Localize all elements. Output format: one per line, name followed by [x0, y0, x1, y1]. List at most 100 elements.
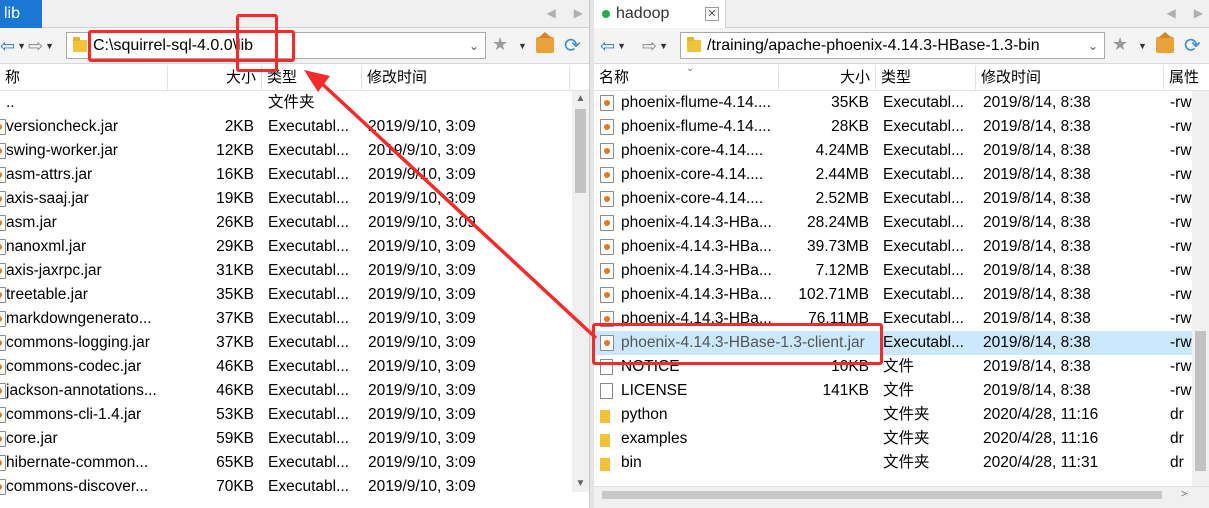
path-dropdown-icon[interactable]: ⌄: [1082, 39, 1104, 53]
column-attributes[interactable]: 属性: [1164, 65, 1209, 91]
file-row[interactable]: phoenix-core-4.14.... 2.52MB Executabl... 2…: [594, 187, 1209, 211]
back-button[interactable]: ⇦ ▼: [0, 36, 26, 56]
tab-lib[interactable]: lib: [0, 0, 42, 28]
scroll-up-icon[interactable]: ▲: [572, 91, 589, 107]
cell-modified: 2019/9/10, 3:09: [368, 118, 476, 135]
tab-hadoop[interactable]: hadoop ✕: [594, 0, 726, 28]
file-row[interactable]: asm.jar 26KB Executabl... 2019/9/10, 3:09: [0, 211, 589, 235]
right-horizontal-scrollbar[interactable]: >: [594, 486, 1209, 508]
left-vertical-scrollbar[interactable]: ▲ ▼: [572, 91, 589, 492]
cell-modified: 2019/9/10, 3:09: [368, 166, 476, 183]
file-row[interactable]: phoenix-flume-4.14.... 35KB Executabl... 20…: [594, 91, 1209, 115]
file-row[interactable]: commons-cli-1.4.jar 53KB Executabl... 2019/…: [0, 403, 589, 427]
file-row[interactable]: jackson-annotations... 46KB Executabl... 20…: [0, 379, 589, 403]
left-column-header: 称 大小 类型 修改时间: [0, 65, 589, 91]
bookmark-icon[interactable]: ★: [492, 34, 508, 55]
jar-icon: [600, 95, 614, 111]
cell-type: Executabl...: [268, 190, 349, 207]
column-name[interactable]: 名称: [594, 65, 779, 91]
column-type[interactable]: 类型: [262, 65, 362, 91]
right-vertical-scrollbar[interactable]: [1192, 91, 1209, 486]
cell-modified: 2020/4/28, 11:16: [983, 406, 1099, 423]
refresh-icon[interactable]: ⟳: [564, 33, 581, 58]
column-modified[interactable]: 修改时间: [976, 65, 1164, 91]
file-row[interactable]: phoenix-4.14.3-HBa... 76.11MB Executabl...…: [594, 307, 1209, 331]
back-button[interactable]: ⇦ ▼: [600, 36, 626, 56]
file-row[interactable]: nanoxml.jar 29KB Executabl... 2019/9/10, 3:…: [0, 235, 589, 259]
file-row[interactable]: markdowngenerato... 37KB Executabl... 2019/…: [0, 307, 589, 331]
forward-button[interactable]: ⇨ ▼: [642, 36, 668, 56]
forward-arrow-icon: ⇨: [28, 35, 44, 56]
file-row[interactable]: commons-codec.jar 46KB Executabl... 2019/9/…: [0, 355, 589, 379]
file-row[interactable]: versioncheck.jar 2KB Executabl... 2019/9/10…: [0, 115, 589, 139]
cell-modified: 2019/9/10, 3:09: [368, 238, 476, 255]
file-row[interactable]: phoenix-core-4.14.... 2.44MB Executabl... 2…: [594, 163, 1209, 187]
file-row[interactable]: core.jar 59KB Executabl... 2019/9/10, 3:09: [0, 427, 589, 451]
file-row[interactable]: phoenix-4.14.3-HBa... 28.24MB Executabl...…: [594, 211, 1209, 235]
file-row[interactable]: phoenix-core-4.14.... 4.24MB Executabl... 2…: [594, 139, 1209, 163]
scroll-thumb[interactable]: [575, 109, 586, 193]
cell-modified: 2019/8/14, 8:38: [983, 190, 1091, 207]
tab-scroll-right-icon[interactable]: ▶: [1194, 6, 1203, 20]
file-row[interactable]: phoenix-4.14.3-HBa... 39.73MB Executabl...…: [594, 235, 1209, 259]
column-modified[interactable]: 修改时间: [362, 65, 570, 91]
path-dropdown-icon[interactable]: ⌄: [463, 39, 485, 53]
tab-scroll-right-icon[interactable]: ▶: [574, 6, 583, 20]
file-row[interactable]: phoenix-4.14.3-HBa... 102.71MB Executabl..…: [594, 283, 1209, 307]
bookmark-dropdown-icon[interactable]: ▼: [1138, 41, 1147, 51]
cell-modified: 2019/9/10, 3:09: [368, 286, 476, 303]
cell-size: 59KB: [216, 430, 254, 447]
file-row[interactable]: LICENSE 141KB 文件 2019/8/14, 8:38 -rw: [594, 379, 1209, 403]
column-name[interactable]: 称: [0, 65, 168, 91]
file-row[interactable]: axis-saaj.jar 19KB Executabl... 2019/9/10, …: [0, 187, 589, 211]
forward-button[interactable]: ⇨ ▼: [28, 36, 54, 56]
tab-scroll-left-icon[interactable]: ◀: [547, 6, 556, 20]
path-input[interactable]: /training/apache-phoenix-4.14.3-HBase-1.…: [680, 32, 1105, 59]
bookmark-dropdown-icon[interactable]: ▼: [518, 41, 527, 51]
file-row[interactable]: phoenix-flume-4.14.... 28KB Executabl... 20…: [594, 115, 1209, 139]
file-row[interactable]: commons-discover... 70KB Executabl... 2019/…: [0, 475, 589, 499]
jar-icon: [600, 119, 614, 135]
scroll-thumb[interactable]: [602, 491, 1162, 499]
scroll-right-icon[interactable]: >: [1181, 487, 1187, 503]
cell-type: Executabl...: [268, 166, 349, 183]
file-row[interactable]: commons-logging.jar 37KB Executabl... 2019/…: [0, 331, 589, 355]
tab-scroll-arrows[interactable]: ◀ ▶: [1167, 6, 1203, 20]
file-row[interactable]: bin 文件夹 2020/4/28, 11:31 dr: [594, 451, 1209, 475]
jar-icon: [600, 239, 614, 255]
scroll-thumb[interactable]: [1195, 331, 1206, 471]
file-row[interactable]: examples 文件夹 2020/4/28, 11:16 dr: [594, 427, 1209, 451]
cell-modified: 2019/9/10, 3:09: [368, 454, 476, 471]
column-size[interactable]: 大小: [779, 65, 876, 91]
path-text[interactable]: /training/apache-phoenix-4.14.3-HBase-1.…: [707, 37, 1082, 55]
refresh-icon[interactable]: ⟳: [1184, 33, 1201, 58]
file-row[interactable]: swing-worker.jar 12KB Executabl... 2019/9/1…: [0, 139, 589, 163]
column-size[interactable]: 大小: [168, 65, 262, 91]
tab-scroll-left-icon[interactable]: ◀: [1167, 6, 1176, 20]
file-row[interactable]: NOTICE 10KB 文件 2019/8/14, 8:38 -rw: [594, 355, 1209, 379]
tab-scroll-arrows[interactable]: ◀ ▶: [547, 6, 583, 20]
chevron-down-icon: ▼: [17, 41, 27, 51]
file-row[interactable]: axis-jaxrpc.jar 31KB Executabl... 2019/9/10…: [0, 259, 589, 283]
file-row[interactable]: hibernate-common... 65KB Executabl... 2019/…: [0, 451, 589, 475]
connected-status-icon: [602, 10, 610, 18]
file-row[interactable]: phoenix-4.14.3-HBa... 7.12MB Executabl... 2…: [594, 259, 1209, 283]
cell-modified: 2020/4/28, 11:31: [983, 454, 1099, 471]
file-row[interactable]: python 文件夹 2020/4/28, 11:16 dr: [594, 403, 1209, 427]
file-row[interactable]: treetable.jar 35KB Executabl... 2019/9/10, …: [0, 283, 589, 307]
home-icon[interactable]: [1156, 32, 1174, 53]
column-type[interactable]: 类型: [876, 65, 976, 91]
cell-name: markdowngenerato...: [6, 310, 152, 327]
cell-type: Executabl...: [268, 310, 349, 327]
folder-icon: [600, 410, 610, 423]
file-row[interactable]: phoenix-4.14.3-HBase-1.3-client.jar Execu…: [594, 331, 1209, 355]
path-input[interactable]: C:\squirrel-sql-4.0.0\lib ⌄: [66, 32, 486, 59]
file-row[interactable]: asm-attrs.jar 16KB Executabl... 2019/9/10, …: [0, 163, 589, 187]
cell-name: axis-jaxrpc.jar: [6, 262, 102, 279]
bookmark-icon[interactable]: ★: [1112, 34, 1128, 55]
file-row[interactable]: .. 文件夹: [0, 91, 589, 115]
scroll-down-icon[interactable]: ▼: [572, 476, 589, 492]
home-icon[interactable]: [536, 32, 554, 53]
path-text[interactable]: C:\squirrel-sql-4.0.0\lib: [93, 37, 463, 55]
close-icon[interactable]: ✕: [705, 7, 719, 21]
